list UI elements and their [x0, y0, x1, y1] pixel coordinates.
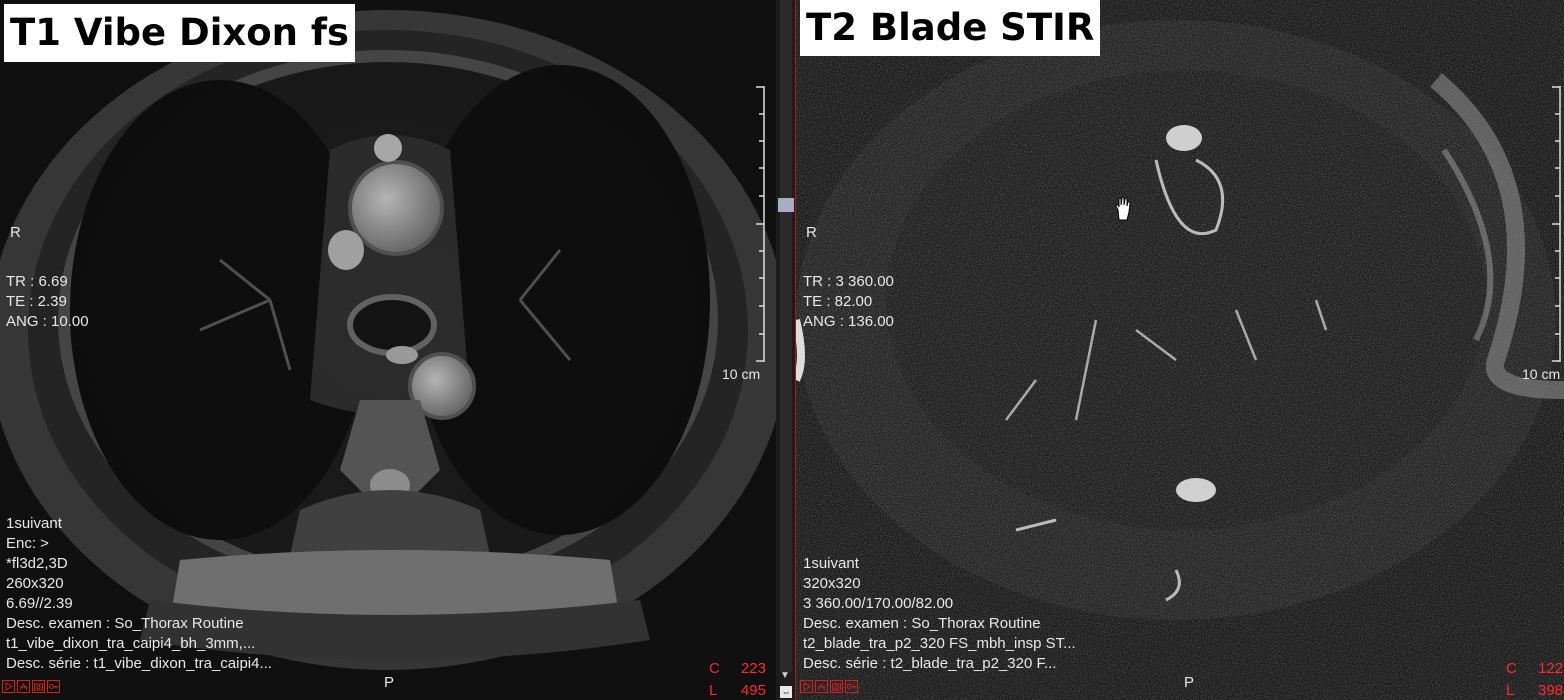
window-level-value: 398: [1538, 682, 1564, 699]
window-level-label: L: [1506, 682, 1515, 699]
param-te: TE : 2.39: [6, 293, 67, 310]
window-level-readout: C 223 L 495: [709, 658, 766, 700]
scale-label: 10 cm: [722, 366, 761, 382]
orientation-posterior-label: P: [1184, 674, 1195, 691]
window-center-value: 122: [1538, 660, 1564, 677]
param-ang: ANG : 10.00: [6, 313, 89, 330]
info-line: 260x320: [6, 575, 64, 592]
window-level-label: L: [708, 682, 718, 699]
flip-icon[interactable]: [815, 680, 828, 693]
scale-label: 10 cm: [1522, 366, 1561, 382]
scale-ruler: [756, 86, 765, 362]
viewport-left[interactable]: T1 Vibe Dixon fs R P TR : 6.69 TE : 2.39…: [0, 0, 776, 700]
orientation-right-label: R: [10, 224, 21, 241]
scroll-down-icon[interactable]: ▼: [780, 670, 790, 681]
camera-icon[interactable]: [32, 680, 45, 693]
sequence-title: T2 Blade STIR: [800, 0, 1101, 56]
param-te: TE : 82.00: [803, 293, 873, 310]
param-tr: TR : 3 360.00: [803, 273, 894, 290]
link-icon[interactable]: ⇔: [780, 686, 792, 698]
acquisition-params: TR : 3 360.00 TE : 82.00 ANG : 136.00: [803, 272, 894, 332]
viewport-right[interactable]: T2 Blade STIR R P TR : 3 360.00 TE : 82.…: [796, 0, 1564, 700]
window-center-label: C: [1506, 660, 1517, 677]
sequence-title: T1 Vibe Dixon fs: [4, 4, 356, 62]
series-info: 1suivant Enc: > *fl3d2,3D 260x320 6.69//…: [6, 514, 272, 674]
camera-icon[interactable]: [830, 680, 843, 693]
flip-icon[interactable]: [17, 680, 30, 693]
info-line: 6.69//2.39: [6, 595, 73, 612]
hand-cursor-icon: [1115, 196, 1131, 221]
series-scrollbar-thumb[interactable]: [778, 198, 794, 212]
info-line: Desc. série : t2_blade_tra_p2_320 F...: [803, 655, 1057, 672]
window-center-value: 223: [740, 660, 766, 677]
window-center-label: C: [708, 660, 720, 677]
series-scrollbar-track[interactable]: [780, 0, 792, 672]
key-icon[interactable]: [47, 680, 60, 693]
info-line: *fl3d2,3D: [6, 555, 68, 572]
param-tr: TR : 6.69: [6, 273, 68, 290]
info-line: t2_blade_tra_p2_320 FS_mbh_insp ST...: [803, 635, 1076, 652]
info-line: 320x320: [803, 575, 861, 592]
info-line: 1suivant: [803, 555, 859, 572]
info-line: 3 360.00/170.00/82.00: [803, 595, 954, 612]
viewport-toolbar: [800, 680, 858, 694]
info-line: Enc: >: [6, 535, 49, 552]
viewport-toolbar: [2, 680, 60, 694]
play-icon[interactable]: [800, 680, 813, 693]
viewport-divider: ▼ ⇔: [776, 0, 796, 700]
orientation-right-label: R: [806, 224, 817, 241]
info-line: 1suivant: [6, 515, 62, 532]
scale-ruler: [1552, 86, 1561, 362]
window-level-value: 495: [740, 682, 766, 699]
orientation-posterior-label: P: [384, 674, 395, 691]
info-line: Desc. examen : So_Thorax Routine: [6, 615, 244, 632]
window-level-readout: C 122 L 398: [1506, 658, 1564, 700]
series-info: 1suivant 320x320 3 360.00/170.00/82.00 D…: [803, 554, 1076, 674]
info-line: Desc. série : t1_vibe_dixon_tra_caipi4..…: [6, 655, 272, 672]
info-line: Desc. examen : So_Thorax Routine: [803, 615, 1041, 632]
acquisition-params: TR : 6.69 TE : 2.39 ANG : 10.00: [6, 272, 89, 332]
info-line: t1_vibe_dixon_tra_caipi4_bh_3mm,...: [6, 635, 256, 652]
param-ang: ANG : 136.00: [803, 313, 894, 330]
play-icon[interactable]: [2, 680, 15, 693]
key-icon[interactable]: [845, 680, 858, 693]
